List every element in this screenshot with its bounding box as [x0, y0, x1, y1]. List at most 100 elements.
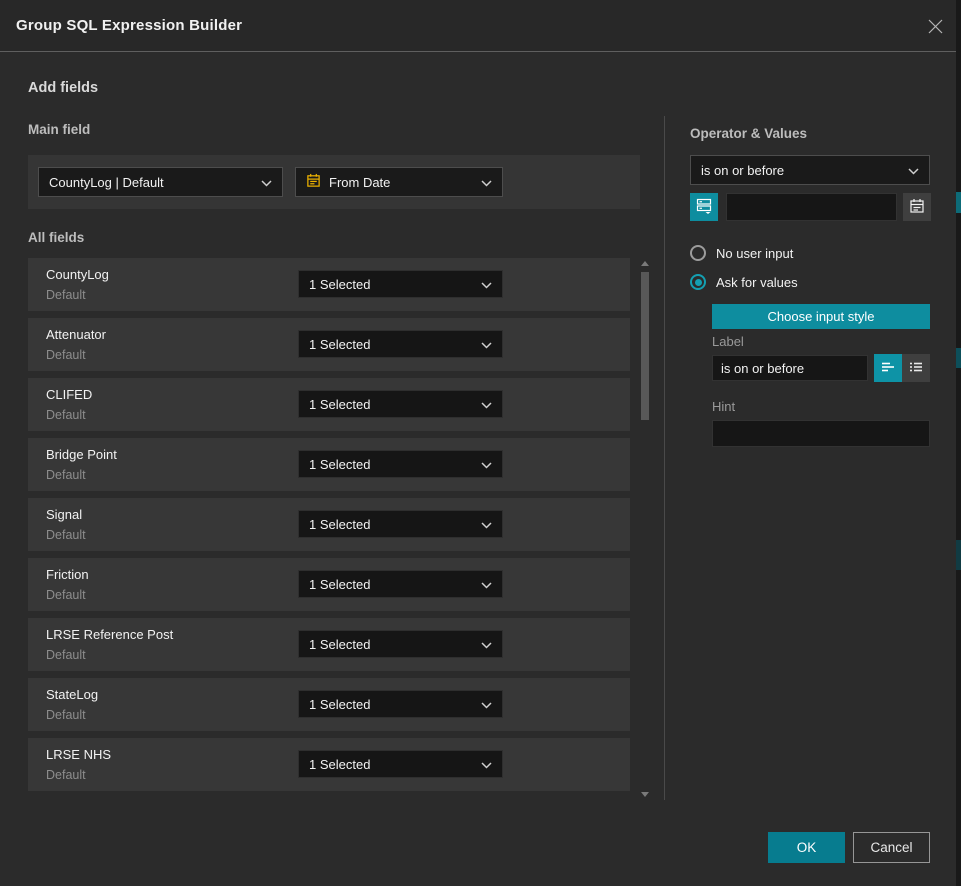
field-name: StateLog — [46, 687, 98, 702]
field-name: Friction — [46, 567, 89, 582]
field-subtitle: Default — [46, 348, 86, 362]
field-name: Signal — [46, 507, 82, 522]
all-fields-label: All fields — [28, 230, 84, 245]
dialog-titlebar: Group SQL Expression Builder — [0, 0, 961, 52]
label-input[interactable] — [712, 355, 868, 381]
field-name: Bridge Point — [46, 447, 117, 462]
hint-field-label: Hint — [712, 399, 735, 414]
stacked-values-icon — [696, 197, 712, 217]
chevron-down-icon — [481, 577, 492, 592]
field-selected-value: 1 Selected — [309, 697, 370, 712]
field-subtitle: Default — [46, 708, 86, 722]
all-fields-list: CountyLog Default 1 Selected Attenuator … — [28, 258, 630, 798]
scroll-up-icon[interactable] — [641, 261, 649, 266]
field-selected-value: 1 Selected — [309, 337, 370, 352]
scroll-down-icon[interactable] — [641, 792, 649, 797]
field-name: CLIFED — [46, 387, 92, 402]
value-input[interactable] — [726, 193, 897, 221]
radio-ask-for-values[interactable]: Ask for values — [690, 274, 798, 290]
panel-divider — [664, 116, 665, 800]
field-selected-dropdown[interactable]: 1 Selected — [298, 570, 503, 598]
chevron-down-icon — [481, 277, 492, 292]
edge-fragment — [956, 192, 961, 213]
add-fields-heading: Add fields — [28, 80, 98, 96]
chevron-down-icon — [481, 337, 492, 352]
chevron-down-icon — [481, 457, 492, 472]
field-row: StateLog Default 1 Selected — [28, 678, 630, 731]
field-name: Attenuator — [46, 327, 106, 342]
dialog-title: Group SQL Expression Builder — [16, 17, 242, 34]
field-row: CountyLog Default 1 Selected — [28, 258, 630, 311]
edge-fragment — [956, 348, 961, 368]
field-name: CountyLog — [46, 267, 109, 282]
field-selected-dropdown[interactable]: 1 Selected — [298, 270, 503, 298]
field-name: LRSE NHS — [46, 747, 111, 762]
list-input-style-button[interactable] — [902, 354, 930, 382]
field-row: Bridge Point Default 1 Selected — [28, 438, 630, 491]
field-subtitle: Default — [46, 468, 86, 482]
operator-value: is on or before — [701, 163, 784, 178]
field-selected-value: 1 Selected — [309, 577, 370, 592]
value-type-button[interactable] — [690, 193, 718, 221]
radio-ask-for-values-label: Ask for values — [716, 275, 798, 290]
operator-values-label: Operator & Values — [690, 126, 807, 141]
field-row: Attenuator Default 1 Selected — [28, 318, 630, 371]
fields-scrollbar[interactable] — [639, 258, 651, 800]
chevron-down-icon — [481, 637, 492, 652]
main-field-source-select[interactable]: CountyLog | Default — [38, 167, 283, 197]
value-calendar-button[interactable] — [903, 193, 931, 221]
field-selected-dropdown[interactable]: 1 Selected — [298, 690, 503, 718]
hint-input[interactable] — [712, 420, 930, 447]
field-row: LRSE Reference Post Default 1 Selected — [28, 618, 630, 671]
field-subtitle: Default — [46, 528, 86, 542]
list-input-icon — [908, 359, 924, 378]
main-field-label: Main field — [28, 122, 90, 137]
field-selected-dropdown[interactable]: 1 Selected — [298, 330, 503, 358]
ok-button[interactable]: OK — [768, 832, 845, 863]
scrollbar-thumb[interactable] — [641, 272, 649, 420]
radio-no-user-input-label: No user input — [716, 246, 793, 261]
field-subtitle: Default — [46, 408, 86, 422]
calendar-icon — [909, 198, 925, 217]
field-selected-dropdown[interactable]: 1 Selected — [298, 750, 503, 778]
chevron-down-icon — [908, 163, 919, 178]
field-name: LRSE Reference Post — [46, 627, 173, 642]
chevron-down-icon — [481, 517, 492, 532]
field-selected-value: 1 Selected — [309, 277, 370, 292]
label-field-label: Label — [712, 334, 744, 349]
close-icon[interactable] — [923, 14, 947, 38]
field-selected-value: 1 Selected — [309, 757, 370, 772]
radio-circle[interactable] — [690, 245, 706, 261]
operator-select[interactable]: is on or before — [690, 155, 930, 185]
field-selected-dropdown[interactable]: 1 Selected — [298, 450, 503, 478]
field-selected-value: 1 Selected — [309, 517, 370, 532]
field-selected-value: 1 Selected — [309, 637, 370, 652]
field-selected-dropdown[interactable]: 1 Selected — [298, 510, 503, 538]
main-field-field-select[interactable]: From Date — [295, 167, 503, 197]
radio-circle-checked[interactable] — [690, 274, 706, 290]
chevron-down-icon — [261, 175, 272, 190]
edge-fragment — [956, 540, 961, 570]
single-line-input-style-button[interactable] — [874, 354, 902, 382]
cancel-button[interactable]: Cancel — [853, 832, 930, 863]
chevron-down-icon — [481, 397, 492, 412]
calendar-icon — [306, 173, 321, 191]
field-subtitle: Default — [46, 588, 86, 602]
field-selected-dropdown[interactable]: 1 Selected — [298, 390, 503, 418]
chevron-down-icon — [481, 697, 492, 712]
main-field-field-value: From Date — [329, 175, 390, 190]
field-row: Signal Default 1 Selected — [28, 498, 630, 551]
radio-no-user-input[interactable]: No user input — [690, 245, 793, 261]
main-field-panel: CountyLog | Default From Date — [28, 155, 640, 209]
field-row: LRSE NHS Default 1 Selected — [28, 738, 630, 791]
main-field-source-value: CountyLog | Default — [49, 175, 164, 190]
single-line-input-icon — [880, 359, 896, 378]
field-subtitle: Default — [46, 648, 86, 662]
field-subtitle: Default — [46, 768, 86, 782]
field-selected-dropdown[interactable]: 1 Selected — [298, 630, 503, 658]
chevron-down-icon — [481, 757, 492, 772]
field-row: Friction Default 1 Selected — [28, 558, 630, 611]
field-selected-value: 1 Selected — [309, 397, 370, 412]
field-row: CLIFED Default 1 Selected — [28, 378, 630, 431]
choose-input-style-button[interactable]: Choose input style — [712, 304, 930, 329]
